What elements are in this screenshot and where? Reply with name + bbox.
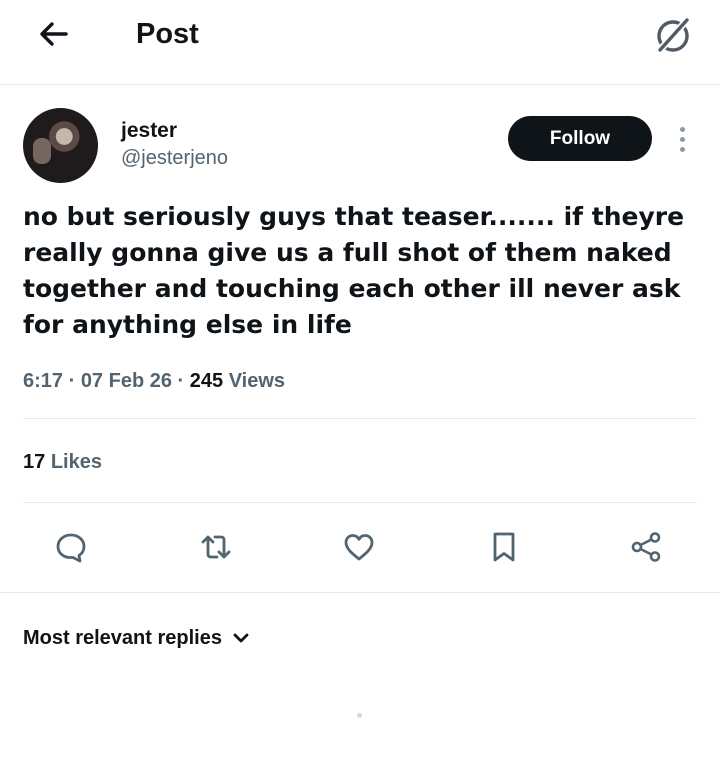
arrow-left-icon [40, 22, 68, 46]
actions-divider [0, 592, 720, 593]
top-bar: Post [0, 0, 720, 84]
follow-button[interactable]: Follow [508, 116, 652, 161]
author-display-name[interactable]: jester [121, 118, 177, 144]
views-count: 245 [189, 370, 224, 392]
likes-label: Likes [50, 451, 102, 473]
replies-sort-label: Most relevant replies [23, 626, 222, 649]
avatar[interactable] [23, 108, 98, 183]
reply-button[interactable] [50, 526, 92, 568]
chevron-down-icon [233, 633, 249, 643]
meta-divider [23, 418, 697, 419]
post-time[interactable]: 6:17 [23, 370, 63, 392]
loading-indicator [357, 713, 362, 718]
header-divider [0, 84, 720, 85]
post-meta: 6:17 · 07 Feb 26 · 245 Views [23, 367, 285, 395]
grok-button[interactable] [652, 14, 694, 56]
like-button[interactable] [338, 526, 380, 568]
meta-separator: · [177, 370, 190, 392]
grok-icon [655, 15, 692, 55]
more-dot-icon [679, 136, 685, 142]
post-date[interactable]: 07 Feb 26 [81, 370, 172, 392]
bookmark-icon [493, 532, 515, 562]
author-handle[interactable]: @jesterjeno [121, 145, 228, 171]
share-button[interactable] [625, 526, 667, 568]
repost-icon [201, 535, 231, 559]
more-dot-icon [679, 126, 685, 132]
post-text: no but seriously guys that teaser.......… [23, 202, 685, 339]
meta-separator: · [68, 370, 81, 392]
repost-button[interactable] [195, 526, 237, 568]
share-icon [631, 532, 661, 562]
back-button[interactable] [34, 14, 74, 54]
more-options-button[interactable] [672, 124, 692, 154]
more-dot-icon [679, 146, 685, 152]
replies-sort-dropdown[interactable]: Most relevant replies [23, 622, 250, 654]
likes-count: 17 [23, 451, 46, 473]
likes-stat[interactable]: 17 Likes [23, 448, 102, 476]
views-label: Views [228, 370, 286, 392]
like-icon [344, 534, 374, 561]
reply-icon [56, 533, 86, 563]
page-title: Post [136, 18, 199, 50]
likes-divider [23, 502, 697, 503]
bookmark-button[interactable] [483, 526, 525, 568]
